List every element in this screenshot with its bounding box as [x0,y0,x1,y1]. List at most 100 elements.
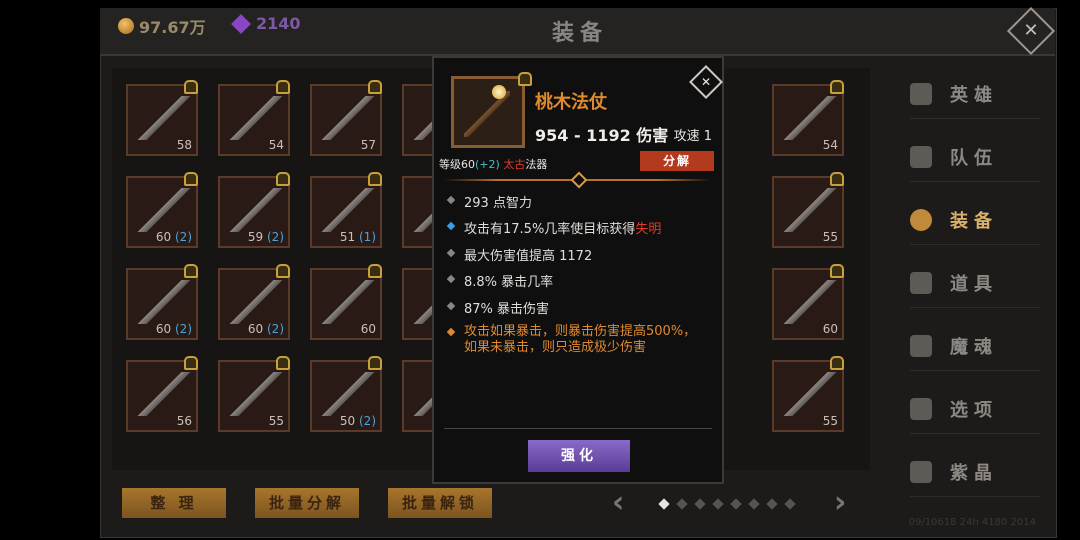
lock-icon [830,356,844,370]
inventory-slot[interactable]: 60 (2) [218,264,290,340]
page-dot[interactable] [712,498,724,510]
sidebar-item-label: 选项 [950,400,998,421]
inventory-slot[interactable]: 56 [126,356,198,432]
weapon-icon [782,188,838,232]
watermark: 09/10618 24h 4180 2014 [908,517,1036,528]
lock-icon [276,80,290,94]
item-level: 55 [822,230,838,244]
inventory-slot[interactable]: 57 [310,80,382,156]
lock-icon [184,80,198,94]
weapon-icon [228,280,284,324]
enhance-button[interactable]: 强化 [528,440,630,472]
lock-icon [276,264,290,278]
sidebar-item-label: 队伍 [950,148,998,169]
sidebar-item[interactable]: 道具 [910,259,1040,308]
stat-text: 最大伤害值提高 1172 [464,249,593,264]
inventory-slot[interactable]: 50 (2) [310,356,382,432]
lock-icon [368,264,382,278]
inventory-slot[interactable]: 51 (1) [310,172,382,248]
item-level: 57 [360,138,376,152]
inventory-slot[interactable]: 59 (2) [218,172,290,248]
item-meta: 等级60(+2) 太古法器 [439,156,547,172]
close-popup-button[interactable]: ✕ [689,65,723,99]
item-category: 法器 [525,158,548,171]
batch-decompose-button[interactable]: 批量分解 [255,488,359,518]
page-dot[interactable] [748,498,760,510]
inventory-slot[interactable]: 58 [126,80,198,156]
page-dot[interactable] [676,498,688,510]
close-icon: ✕ [1023,20,1039,41]
weapon-icon [136,96,192,140]
weapon-icon [228,372,284,416]
item-icon [451,76,525,148]
weapon-icon [782,96,838,140]
item-detail-popup: 桃木法仗 ✕ 954 - 1192 伤害 攻速 1 等级60(+2) 太古法器 … [432,56,724,484]
inventory-slot[interactable]: 55 [218,356,290,432]
stat-text: 87% 暴击伤害 [464,302,550,317]
close-icon: ✕ [700,75,712,89]
prev-page-arrow-icon[interactable]: ‹ [612,485,624,520]
gem-amount: 2140 [256,14,301,33]
item-damage: 954 - 1192 伤害 [535,126,669,145]
weapon-icon [228,96,284,140]
lock-icon [830,264,844,278]
lock-icon [276,356,290,370]
page-dot[interactable] [766,498,778,510]
gear-icon [910,398,932,420]
gem-counter: 2140 [231,13,301,34]
weapon-icon [782,280,838,324]
sidebar-item[interactable]: 魔魂 [910,322,1040,371]
lock-icon[interactable] [518,72,532,86]
stat-line: 攻击有17.5%几率使目标获得 失明 [444,218,661,237]
lock-icon [368,356,382,370]
hero-icon [910,83,932,105]
item-level: 54 [822,138,838,152]
flame-icon [910,335,932,357]
batch-unlock-button[interactable]: 批量解锁 [388,488,492,518]
weapon-icon [782,372,838,416]
weapon-icon [136,280,192,324]
weapon-icon [320,188,376,232]
sidebar-item[interactable]: 英雄 [910,70,1040,119]
stat-text: 攻击有17.5%几率使目标获得 [464,222,636,237]
staff-icon [464,91,510,137]
sidebar-item[interactable]: 选项 [910,385,1040,434]
inventory-slot[interactable]: 60 (2) [126,172,198,248]
sidebar-item[interactable]: 装备 [910,196,1040,245]
staff-orb [492,85,506,99]
sidebar-item[interactable]: 队伍 [910,133,1040,182]
next-page-arrow-icon[interactable]: › [834,485,846,520]
stat-line: 最大伤害值提高 1172 [444,245,592,264]
special-effect: 攻击如果暴击，则暴击伤害提高500%，如果未暴击，则只造成极少伤害 [444,324,706,356]
page-dot[interactable] [784,498,796,510]
divider-ornament [570,171,588,189]
item-level: 59 (2) [247,230,284,244]
weapon-icon [320,96,376,140]
item-level: 54 [268,138,284,152]
page-dot[interactable] [694,498,706,510]
inventory-slot[interactable]: 60 (2) [126,264,198,340]
item-name: 桃木法仗 [535,92,607,113]
item-level: 51 (1) [339,230,376,244]
inventory-slot[interactable]: 60 [772,264,844,340]
stat-line: 87% 暴击伤害 [444,298,549,317]
item-level-plus: (+2) [475,158,500,171]
blind-effect: 失明 [635,222,662,237]
screen-title: 装备 [552,21,609,46]
inventory-slot[interactable]: 60 [310,264,382,340]
inventory-slot[interactable]: 54 [772,80,844,156]
lock-icon [368,172,382,186]
lock-icon [830,80,844,94]
sidebar-item[interactable]: 紫晶 [910,448,1040,497]
inventory-slot[interactable]: 55 [772,172,844,248]
decompose-button[interactable]: 分解 [640,151,714,171]
sort-button[interactable]: 整 理 [122,488,226,518]
page-dot[interactable] [658,498,670,510]
page-dot[interactable] [730,498,742,510]
item-level: 60 [360,322,376,336]
inventory-slot[interactable]: 54 [218,80,290,156]
special-effect-text: 攻击如果暴击，则暴击伤害提高500%，如果未暴击，则只造成极少伤害 [464,324,697,355]
item-level: 60 (2) [155,230,192,244]
weapon-icon [320,372,376,416]
inventory-slot[interactable]: 55 [772,356,844,432]
